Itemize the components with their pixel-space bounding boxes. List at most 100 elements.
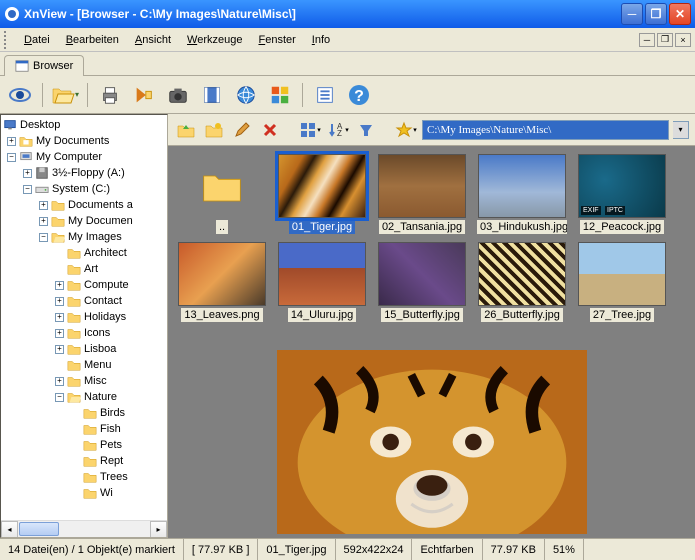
collapse-icon[interactable]: − — [23, 185, 32, 194]
thumb-item[interactable]: 13_Leaves.png — [176, 242, 268, 322]
tree-node[interactable]: +Contact — [3, 293, 165, 309]
options-button[interactable] — [311, 81, 339, 109]
tree-node-floppy[interactable]: +3½-Floppy (A:) — [3, 165, 165, 181]
expand-icon[interactable]: + — [39, 217, 48, 226]
web-button[interactable] — [232, 81, 260, 109]
collapse-icon[interactable]: − — [7, 153, 16, 162]
expand-icon[interactable]: + — [55, 377, 64, 386]
help-button[interactable]: ? — [345, 81, 373, 109]
tree-node[interactable]: +Icons — [3, 325, 165, 341]
sort-button[interactable]: AZ▾ — [326, 118, 350, 142]
print-button[interactable] — [96, 81, 124, 109]
thumb-item[interactable]: EXIF IPTC 12_Peacock.jpg — [576, 154, 668, 234]
menu-edit[interactable]: Bearbeiten — [58, 32, 127, 48]
thumb-item[interactable]: 14_Uluru.jpg — [276, 242, 368, 322]
thumb-item[interactable]: 03_Hindukush.jpg — [476, 154, 568, 234]
menu-window[interactable]: Fenster — [250, 32, 303, 48]
thumbnail-image — [378, 242, 466, 306]
expand-icon[interactable]: + — [55, 281, 64, 290]
tree-node[interactable]: Fish — [3, 421, 165, 437]
tree-node-desktop[interactable]: Desktop — [3, 117, 165, 133]
address-dropdown-button[interactable]: ▾ — [673, 121, 689, 139]
mdi-restore-button[interactable]: ❐ — [657, 33, 673, 47]
grid-button[interactable] — [266, 81, 294, 109]
help-icon: ? — [347, 83, 371, 107]
menubar-grip[interactable] — [4, 31, 12, 49]
expand-icon[interactable]: + — [55, 313, 64, 322]
open-button[interactable]: ▾ — [51, 81, 79, 109]
expand-icon[interactable]: + — [39, 201, 48, 210]
mdi-minimize-button[interactable]: ─ — [639, 33, 655, 47]
view-button[interactable] — [6, 81, 34, 109]
expand-icon[interactable]: + — [55, 329, 64, 338]
tree-node-system-c[interactable]: −System (C:) — [3, 181, 165, 197]
tree-node[interactable]: +Lisboa — [3, 341, 165, 357]
scroll-right-button[interactable]: ▸ — [150, 521, 167, 538]
capture-button[interactable] — [164, 81, 192, 109]
folder-icon — [67, 326, 81, 340]
folder-icon — [67, 358, 81, 372]
tree-node[interactable]: Menu — [3, 357, 165, 373]
tree-node[interactable]: Birds — [3, 405, 165, 421]
tree-node-mydocs[interactable]: +My Documents — [3, 133, 165, 149]
slideshow-button[interactable] — [198, 81, 226, 109]
tree-node[interactable]: Art — [3, 261, 165, 277]
expand-icon[interactable]: + — [55, 345, 64, 354]
address-bar[interactable] — [422, 120, 669, 140]
preview-image[interactable] — [277, 350, 587, 534]
statusbar: 14 Datei(en) / 1 Objekt(e) markiert [ 77… — [0, 538, 695, 560]
thumbnail-area[interactable]: .. 01_Tiger.jpg 02_Tansania.jpg 03_Hindu… — [168, 146, 695, 346]
tree-node[interactable]: Trees — [3, 469, 165, 485]
thumb-parent-folder[interactable]: .. — [176, 154, 268, 234]
tree-node[interactable]: Architect — [3, 245, 165, 261]
thumb-item[interactable]: 01_Tiger.jpg — [276, 154, 368, 234]
new-folder-button[interactable] — [202, 118, 226, 142]
maximize-button[interactable]: ❐ — [645, 3, 667, 25]
expand-icon[interactable]: + — [7, 137, 16, 146]
tree-node-mycomputer[interactable]: −My Computer — [3, 149, 165, 165]
filter-button[interactable] — [354, 118, 378, 142]
thumbnail-image — [478, 242, 566, 306]
svg-text:Z: Z — [337, 129, 342, 138]
tree-node-myimages[interactable]: −My Images — [3, 229, 165, 245]
tree-node[interactable]: +Documents a — [3, 197, 165, 213]
delete-button[interactable] — [258, 118, 282, 142]
up-button[interactable] — [174, 118, 198, 142]
folder-tree[interactable]: Desktop +My Documents −My Computer +3½-F… — [1, 115, 167, 519]
scroll-left-button[interactable]: ◂ — [1, 521, 18, 538]
tree-node-nature[interactable]: −Nature — [3, 389, 165, 405]
thumb-item[interactable]: 26_Butterfly.jpg — [476, 242, 568, 322]
tree-node[interactable]: +Misc — [3, 373, 165, 389]
convert-button[interactable] — [130, 81, 158, 109]
close-button[interactable]: ✕ — [669, 3, 691, 25]
expand-icon[interactable]: + — [23, 169, 32, 178]
view-mode-button[interactable]: ▾ — [298, 118, 322, 142]
expand-icon[interactable]: + — [55, 297, 64, 306]
folder-open-icon — [51, 230, 65, 244]
scroll-thumb[interactable] — [19, 522, 59, 536]
tab-browser[interactable]: Browser — [4, 55, 84, 76]
thumb-item[interactable]: 27_Tree.jpg — [576, 242, 668, 322]
horizontal-scrollbar[interactable]: ◂ ▸ — [1, 520, 167, 537]
menu-tools[interactable]: Werkzeuge — [179, 32, 250, 48]
menu-view[interactable]: Ansicht — [127, 32, 179, 48]
collapse-icon[interactable]: − — [39, 233, 48, 242]
thumb-item[interactable]: 15_Butterfly.jpg — [376, 242, 468, 322]
floppy-icon — [35, 166, 49, 180]
delete-icon — [261, 121, 279, 139]
address-input[interactable] — [427, 124, 664, 136]
tree-node[interactable]: Rept — [3, 453, 165, 469]
thumb-item[interactable]: 02_Tansania.jpg — [376, 154, 468, 234]
favorites-button[interactable]: ▾ — [394, 118, 418, 142]
edit-button[interactable] — [230, 118, 254, 142]
tree-node[interactable]: Wi — [3, 485, 165, 501]
collapse-icon[interactable]: − — [55, 393, 64, 402]
tree-node[interactable]: +Holidays — [3, 309, 165, 325]
menu-info[interactable]: Info — [304, 32, 338, 48]
tree-node[interactable]: +My Documen — [3, 213, 165, 229]
tree-node[interactable]: +Compute — [3, 277, 165, 293]
mdi-close-button[interactable]: × — [675, 33, 691, 47]
minimize-button[interactable]: ─ — [621, 3, 643, 25]
menu-file[interactable]: Datei — [16, 32, 58, 48]
tree-node[interactable]: Pets — [3, 437, 165, 453]
